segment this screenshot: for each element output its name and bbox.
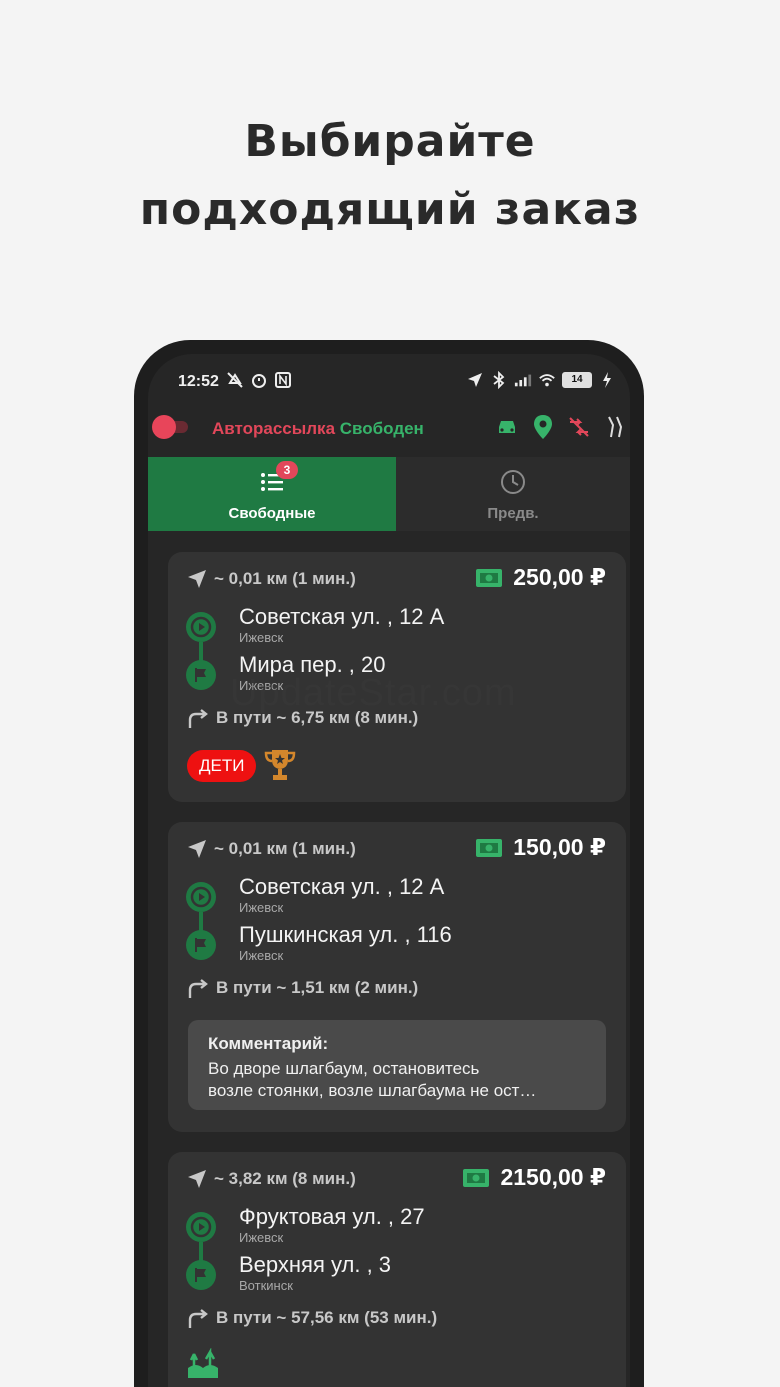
order-comment: Комментарий: Во дворе шлагбаум, останови…: [188, 1020, 606, 1110]
dropoff-address: Пушкинская ул. , 116: [239, 922, 452, 947]
order-price: 250,00 ₽: [475, 564, 606, 591]
trip-distance-text: В пути ~ 57,56 км (53 мин.): [216, 1308, 438, 1327]
route: Советская ул. , 12 А Ижевск Пушкинская у…: [186, 872, 606, 972]
route-turn-icon: [188, 979, 208, 998]
phone-screen: 12:52 14 Авторассылка Свободен 3 Свободн…: [148, 354, 630, 1387]
trip-distance-text: В пути ~ 1,51 км (2 мин.): [216, 978, 419, 997]
route-turn-icon: [188, 1309, 208, 1328]
tab-free-orders[interactable]: 3 Свободные: [148, 457, 396, 531]
trip-distance: В пути ~ 1,51 км (2 мин.): [186, 976, 418, 1000]
pickup-distance-text: ~ 0,01 км (1 мин.): [214, 569, 356, 588]
headline-line-2: подходящий заказ: [139, 184, 641, 235]
finish-flag-icon: [186, 930, 216, 960]
map-pin-icon[interactable]: [530, 414, 556, 440]
start-point-icon: [186, 882, 216, 912]
tab-bar: 3 Свободные Предв.: [148, 457, 630, 531]
signal-icon: [514, 371, 532, 389]
trophy-icon: [264, 750, 296, 780]
cash-icon: [476, 838, 503, 857]
navigation-arrow-icon: [188, 570, 206, 588]
auto-dispatch-toggle[interactable]: [152, 415, 188, 439]
battery-indicator: 14: [562, 372, 592, 388]
route-turn-icon: [188, 709, 208, 728]
status-time: 12:52: [178, 373, 219, 390]
car-icon[interactable]: [494, 414, 520, 440]
order-card[interactable]: ~ 3,82 км (8 мин.) 2150,00 ₽ Фруктовая у…: [168, 1152, 626, 1387]
pickup-distance: ~ 0,01 км (1 мин.): [186, 568, 356, 590]
free-orders-count-badge: 3: [276, 461, 298, 479]
pickup-distance: ~ 3,82 км (8 мин.): [186, 1168, 356, 1190]
order-card[interactable]: ~ 0,01 км (1 мин.) 150,00 ₽ Советская ул…: [168, 822, 626, 1132]
comment-title: Комментарий:: [208, 1034, 329, 1053]
pickup-city: Ижевск: [239, 630, 284, 645]
order-price-value: 150,00 ₽: [513, 834, 606, 860]
order-price: 150,00 ₽: [475, 834, 606, 861]
dropoff-city: Воткинск: [239, 1278, 293, 1293]
promo-headline: Выбирайте подходящий заказ: [0, 108, 780, 244]
children-tag: ДЕТИ: [187, 750, 257, 782]
tab-free-orders-label: Свободные: [228, 505, 316, 522]
navigation-arrow-icon: [188, 840, 206, 858]
app-bar: Авторассылка Свободен: [148, 410, 630, 456]
route-off-icon[interactable]: [566, 414, 592, 440]
location-arrow-icon: [466, 371, 484, 389]
wifi-icon: [538, 371, 556, 389]
pickup-address: Советская ул. , 12 А: [239, 874, 445, 899]
trip-distance: В пути ~ 57,56 км (53 мин.): [186, 1306, 437, 1330]
tab-preorders[interactable]: Предв.: [396, 457, 630, 531]
route: Фруктовая ул. , 27 Ижевск Верхняя ул. , …: [186, 1202, 606, 1302]
dropoff-city: Ижевск: [239, 948, 284, 963]
order-price-value: 2150,00 ₽: [500, 1164, 606, 1190]
clock-icon: [498, 467, 528, 497]
start-point-icon: [186, 1212, 216, 1242]
finish-flag-icon: [186, 1260, 216, 1290]
pickup-city: Ижевск: [239, 900, 284, 915]
start-point-icon: [186, 612, 216, 642]
comment-text: Во дворе шлагбаум, остановитесь возле ст…: [208, 1059, 537, 1100]
finish-flag-icon: [186, 660, 216, 690]
order-price-value: 250,00 ₽: [513, 564, 606, 590]
headline-line-1: Выбирайте: [244, 116, 536, 167]
charging-icon: [598, 371, 616, 389]
pickup-address: Советская ул. , 12 А: [239, 604, 445, 629]
road-icon[interactable]: [602, 414, 628, 440]
countryside-trip-icon: [188, 1348, 218, 1378]
tab-preorders-label: Предв.: [487, 505, 539, 522]
cash-icon: [476, 568, 503, 587]
pickup-city: Ижевск: [239, 1230, 284, 1245]
pickup-distance-text: ~ 3,82 км (8 мин.): [214, 1169, 356, 1188]
mode-label: Авторассылка Свободен: [212, 419, 424, 439]
mute-icon: [226, 371, 244, 389]
pickup-address: Фруктовая ул. , 27: [239, 1204, 425, 1229]
watermark: UpdateStar.com: [230, 672, 517, 714]
bluetooth-icon: [490, 371, 508, 389]
nfc-icon: [274, 371, 292, 389]
auto-dispatch-label: Авторассылка: [212, 419, 336, 438]
status-bar: 12:52 14: [148, 354, 630, 410]
cash-icon: [463, 1168, 490, 1187]
driver-state-label: Свободен: [339, 419, 424, 438]
pickup-distance-text: ~ 0,01 км (1 мин.): [214, 839, 356, 858]
navigation-arrow-icon: [188, 1170, 206, 1188]
order-price: 2150,00 ₽: [462, 1164, 606, 1191]
dropoff-address: Верхняя ул. , 3: [239, 1252, 392, 1277]
pickup-distance: ~ 0,01 км (1 мин.): [186, 838, 356, 860]
alarm-icon: [250, 371, 268, 389]
